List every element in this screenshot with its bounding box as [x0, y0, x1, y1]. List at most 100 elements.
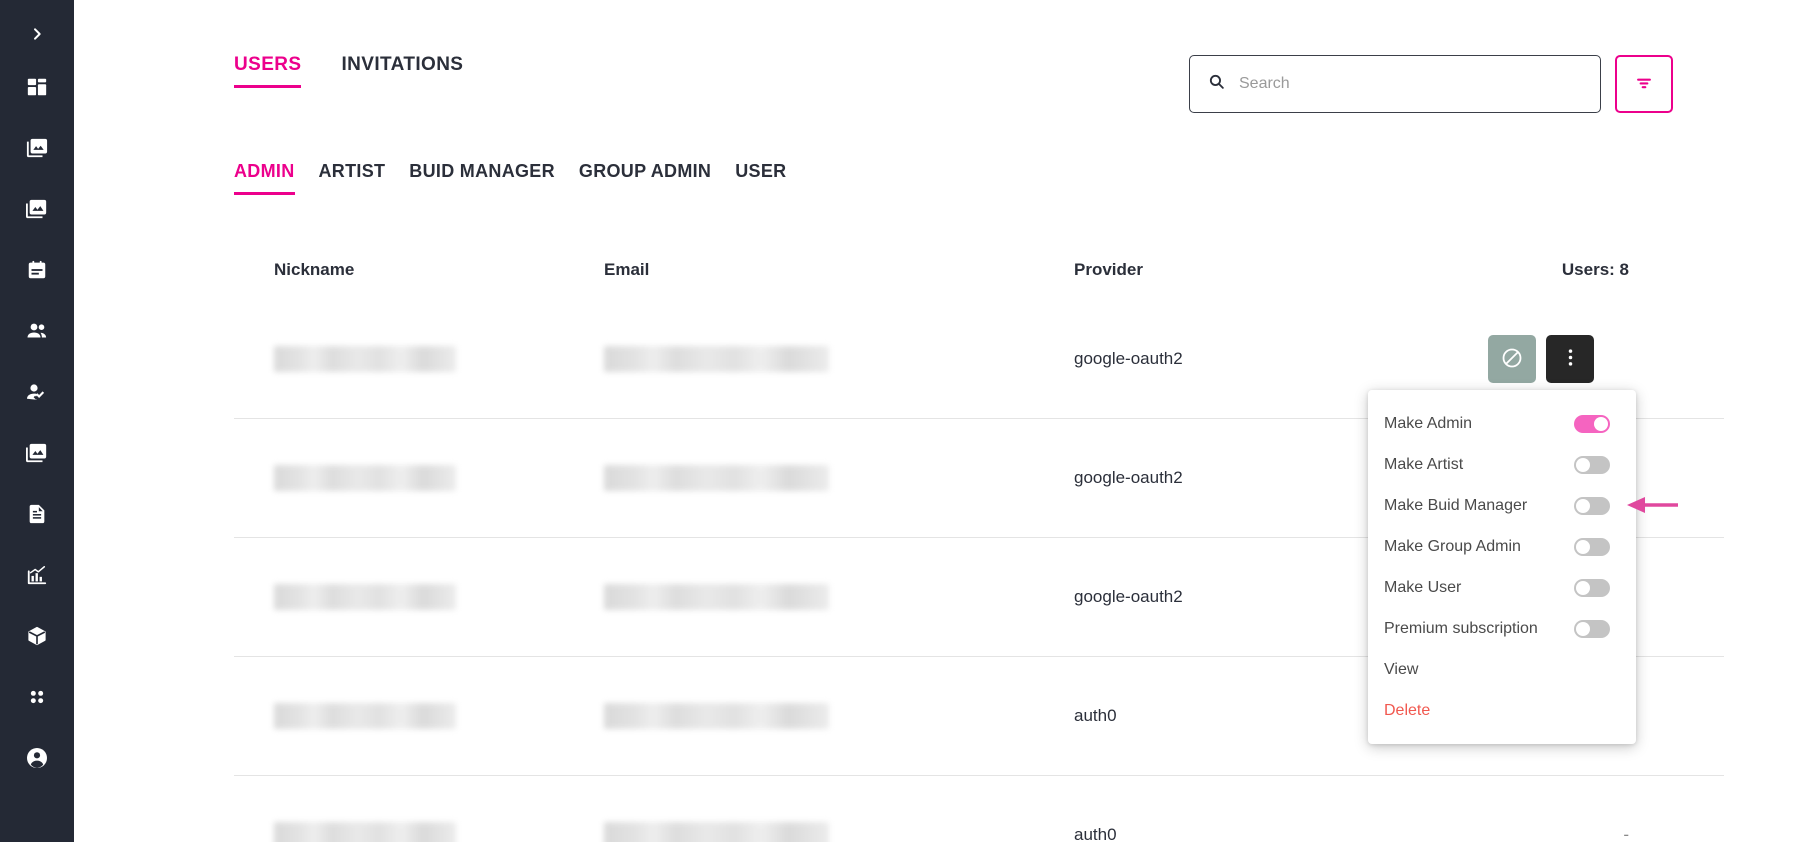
role-tab-admin[interactable]: ADMIN [234, 162, 295, 195]
menu-item-label: Premium subscription [1384, 619, 1538, 637]
menu-item-delete[interactable]: Delete [1368, 690, 1636, 731]
photo-library-icon [26, 137, 48, 159]
sidebar-item-events[interactable] [0, 239, 74, 300]
sidebar-item-account[interactable] [0, 727, 74, 788]
search-area [1189, 55, 1673, 113]
redacted-nickname [274, 346, 456, 372]
cell-nickname [234, 346, 604, 372]
toggle-knob [1594, 416, 1608, 431]
redacted-email [604, 346, 829, 372]
menu-item-label: View [1384, 660, 1419, 678]
menu-item-label: Make User [1384, 578, 1462, 596]
cell-email [604, 822, 1074, 842]
toggle-knob [1576, 539, 1590, 554]
toggle-knob [1576, 498, 1590, 513]
tab-users-label: USERS [234, 54, 302, 75]
column-header-nickname: Nickname [274, 260, 355, 279]
role-tab-user[interactable]: USER [735, 162, 786, 195]
more-vertical-icon [1568, 347, 1573, 371]
cell-nickname [234, 584, 604, 610]
role-tab-artist-label: ARTIST [318, 161, 386, 181]
cube-icon [26, 625, 48, 647]
column-header-users-count: Users: 8 [1561, 260, 1629, 279]
sidebar-item-dashboard[interactable] [0, 56, 74, 117]
menu-item-make-admin[interactable]: Make Admin [1368, 403, 1636, 444]
sidebar-item-users[interactable] [0, 300, 74, 361]
sidebar-item-approvals[interactable] [0, 361, 74, 422]
redacted-email [604, 703, 829, 729]
sidebar-expand-toggle[interactable] [0, 12, 74, 56]
redacted-nickname [274, 822, 456, 842]
cell-email [604, 703, 1074, 729]
person-check-icon [25, 380, 49, 404]
row-more-options-button[interactable] [1546, 335, 1594, 383]
menu-item-make-artist[interactable]: Make Artist [1368, 444, 1636, 485]
tab-invitations-label: INVITATIONS [341, 54, 464, 75]
menu-item-label: Make Admin [1384, 414, 1473, 432]
toggle-make-admin[interactable] [1574, 414, 1610, 433]
redacted-nickname [274, 584, 456, 610]
role-tab-buid-manager[interactable]: BUID MANAGER [409, 162, 555, 195]
cell-actions [1454, 335, 1724, 383]
redacted-nickname [274, 465, 456, 491]
toggle-make-buid-manager[interactable] [1574, 496, 1610, 515]
block-user-button[interactable] [1488, 335, 1536, 383]
toggle-make-artist[interactable] [1574, 455, 1610, 474]
menu-item-label: Make Artist [1384, 455, 1464, 473]
menu-item-premium-subscription[interactable]: Premium subscription [1368, 608, 1636, 649]
menu-item-make-buid-manager[interactable]: Make Buid Manager [1368, 485, 1636, 526]
sidebar-item-galleries[interactable] [0, 117, 74, 178]
table-header-row: Nickname Email Provider Users: 8 [234, 240, 1724, 300]
chevron-right-icon [29, 26, 45, 42]
filter-icon [1633, 73, 1655, 96]
redacted-email [604, 822, 829, 842]
menu-item-make-user[interactable]: Make User [1368, 567, 1636, 608]
role-tab-group-admin[interactable]: GROUP ADMIN [579, 162, 711, 195]
app-root: USERS INVITATIONS Search ADMIN ARTIST BU… [0, 0, 1818, 842]
toggle-premium-subscription[interactable] [1574, 619, 1610, 638]
search-input[interactable] [1239, 56, 1582, 112]
cell-nickname [234, 703, 604, 729]
toggle-make-user[interactable] [1574, 578, 1610, 597]
toggle-make-group-admin[interactable] [1574, 537, 1610, 556]
search-box[interactable] [1189, 55, 1601, 113]
sidebar-item-assets[interactable] [0, 605, 74, 666]
menu-item-view[interactable]: View [1368, 649, 1636, 690]
role-tab-buid-manager-label: BUID MANAGER [409, 161, 555, 181]
role-tab-group-admin-label: GROUP ADMIN [578, 161, 712, 181]
table-row[interactable]: auth0 - [234, 776, 1724, 842]
menu-item-label: Make Group Admin [1384, 537, 1521, 555]
role-tab-artist[interactable]: ARTIST [319, 162, 386, 195]
block-icon [1500, 346, 1524, 373]
search-icon [1208, 73, 1225, 95]
row-context-menu: Make Admin Make Artist Make Buid Manager… [1368, 390, 1636, 744]
image-icon [26, 198, 48, 220]
sidebar-item-apps[interactable] [0, 666, 74, 727]
grid-dots-icon [26, 686, 48, 708]
tab-invitations[interactable]: INVITATIONS [341, 55, 463, 88]
role-tab-user-label: USER [735, 161, 787, 181]
role-tabs: ADMIN ARTIST BUID MANAGER GROUP ADMIN US… [234, 162, 786, 195]
cell-email [604, 584, 1074, 610]
menu-item-label: Delete [1384, 701, 1431, 719]
column-header-provider: Provider [1074, 260, 1143, 279]
toggle-knob [1576, 457, 1590, 472]
cell-provider: auth0 [1074, 825, 1117, 842]
sidebar-item-documents[interactable] [0, 483, 74, 544]
menu-item-label: Make Buid Manager [1384, 496, 1528, 514]
cell-nickname [234, 465, 604, 491]
tab-users[interactable]: USERS [234, 54, 302, 88]
filter-button[interactable] [1615, 55, 1673, 113]
cell-email [604, 465, 1074, 491]
people-icon [25, 319, 49, 343]
document-icon [26, 503, 48, 525]
cell-nickname [234, 822, 604, 842]
bar-chart-icon [26, 564, 48, 586]
sidebar-item-images[interactable] [0, 178, 74, 239]
sidebar-item-albums[interactable] [0, 422, 74, 483]
top-toolbar: USERS INVITATIONS [234, 55, 1724, 119]
menu-item-make-group-admin[interactable]: Make Group Admin [1368, 526, 1636, 567]
account-circle-icon [25, 746, 49, 770]
sidebar-item-analytics[interactable] [0, 544, 74, 605]
cell-users-count: - [1623, 825, 1629, 842]
